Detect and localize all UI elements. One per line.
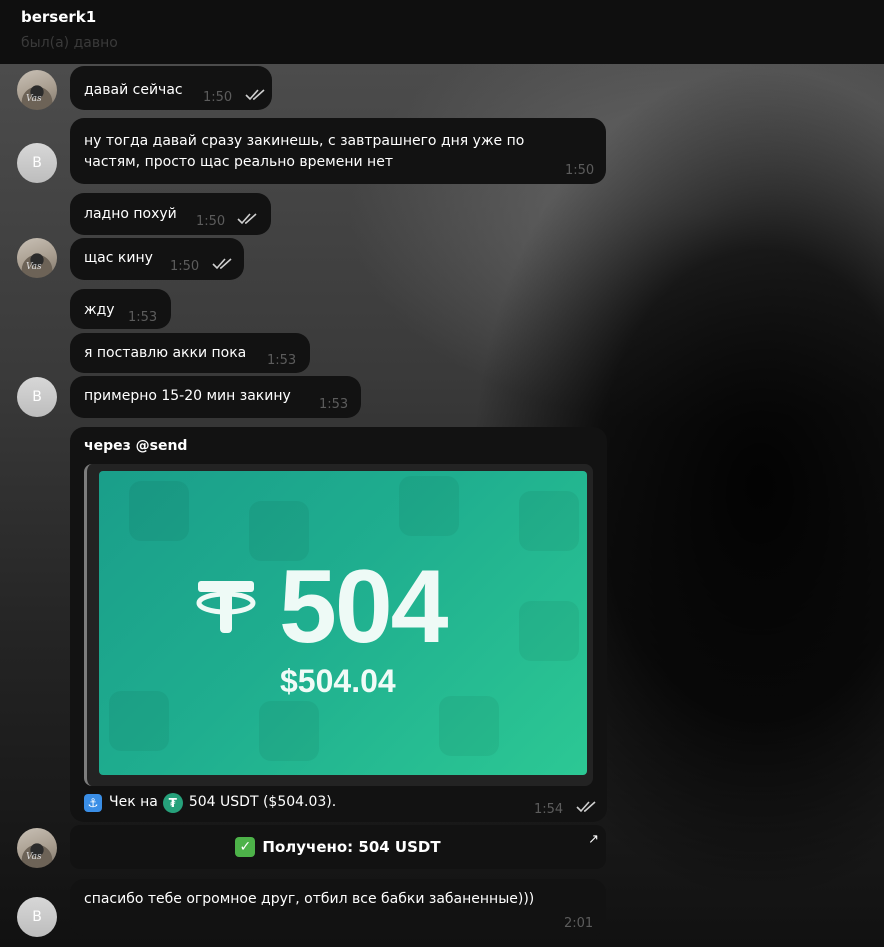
check-amount: 504: [279, 549, 449, 665]
crypto-check-message[interactable]: через @send 504 $504.04 ⚓ Чек на ₮ 504 U…: [70, 427, 607, 822]
pattern-tile: [399, 476, 459, 536]
message-time: 1:50: [170, 259, 200, 274]
check-preview-card[interactable]: 504 $504.04: [99, 471, 587, 775]
check-caption: ⚓ Чек на ₮ 504 USDT ($504.03).: [84, 792, 336, 813]
message-time: 1:53: [267, 353, 297, 368]
message-time: 1:53: [319, 397, 349, 412]
message-bubble[interactable]: ну тогда давай сразу закинешь, с завтраш…: [70, 118, 606, 184]
green-check-icon: ✓: [235, 837, 256, 857]
avatar-signature: Vas: [26, 94, 42, 104]
self-avatar[interactable]: Vas: [17, 828, 57, 868]
double-check-icon: [237, 213, 257, 225]
double-check-icon: [212, 258, 232, 270]
double-check-icon: [576, 801, 596, 813]
pattern-tile: [519, 601, 579, 661]
message-bubble[interactable]: жду 1:53: [70, 289, 171, 329]
received-inline-button[interactable]: ✓ Получено: 504 USDT ↗: [70, 825, 606, 869]
message-bubble[interactable]: щас кину 1:50: [70, 238, 244, 280]
message-text-line: ну тогда давай сразу закинешь, с завтраш…: [84, 133, 525, 149]
tether-logo-icon: [196, 581, 256, 633]
self-avatar[interactable]: Vas: [17, 70, 57, 110]
contact-avatar[interactable]: B: [17, 897, 57, 937]
received-label-row: ✓ Получено: 504 USDT: [70, 825, 606, 869]
anchor-emoji-icon: ⚓: [84, 793, 102, 812]
message-text: щас кину: [84, 250, 153, 266]
message-text: спасибо тебе огромное друг, отбил все ба…: [84, 891, 535, 907]
pattern-tile: [129, 481, 189, 541]
received-text: Получено: 504 USDT: [262, 837, 441, 856]
self-avatar[interactable]: Vas: [17, 238, 57, 278]
caption-value: 504 USDT ($504.03).: [188, 794, 337, 810]
chat-header[interactable]: berserk1 был(а) давно: [0, 0, 884, 64]
pattern-tile: [439, 696, 499, 756]
avatar-signature: Vas: [26, 852, 42, 862]
message-time: 2:01: [564, 916, 594, 931]
pattern-tile: [519, 491, 579, 551]
message-bubble[interactable]: давай сейчас 1:50: [70, 66, 272, 110]
avatar-signature: Vas: [26, 262, 42, 272]
pattern-tile: [259, 701, 319, 761]
check-source-title: через @send: [84, 438, 188, 454]
message-time: 1:50: [203, 90, 233, 105]
message-bubble[interactable]: я поставлю акки пока 1:53: [70, 333, 310, 373]
usdt-coin-icon: ₮: [162, 792, 183, 813]
message-text: давай сейчас: [84, 82, 183, 98]
message-text: ладно похуй: [84, 206, 177, 222]
message-time: 1:53: [128, 310, 158, 325]
message-time: 1:50: [196, 214, 226, 229]
check-preview-frame[interactable]: 504 $504.04: [84, 464, 593, 786]
contact-avatar[interactable]: B: [17, 143, 57, 183]
double-check-icon: [245, 89, 265, 101]
message-text-line: частям, просто щас реально времени нет: [84, 154, 393, 170]
chat-title[interactable]: berserk1: [21, 8, 863, 26]
message-time: 1:54: [534, 802, 564, 817]
contact-avatar[interactable]: B: [17, 377, 57, 417]
message-text: я поставлю акки пока: [84, 345, 247, 361]
message-bubble[interactable]: ладно похуй 1:50: [70, 193, 271, 235]
caption-prefix: Чек на: [109, 794, 158, 810]
pattern-tile: [109, 691, 169, 751]
message-text: примерно 15-20 мин закину: [84, 388, 291, 404]
last-seen-status: был(а) давно: [21, 35, 118, 51]
message-text: жду: [84, 302, 115, 318]
message-bubble[interactable]: примерно 15-20 мин закину 1:53: [70, 376, 361, 418]
check-amount-usd: $504.04: [280, 663, 396, 699]
open-link-arrow-icon: ↗: [588, 832, 599, 847]
message-bubble[interactable]: спасибо тебе огромное друг, отбил все ба…: [70, 879, 606, 936]
message-time: 1:50: [565, 163, 595, 178]
